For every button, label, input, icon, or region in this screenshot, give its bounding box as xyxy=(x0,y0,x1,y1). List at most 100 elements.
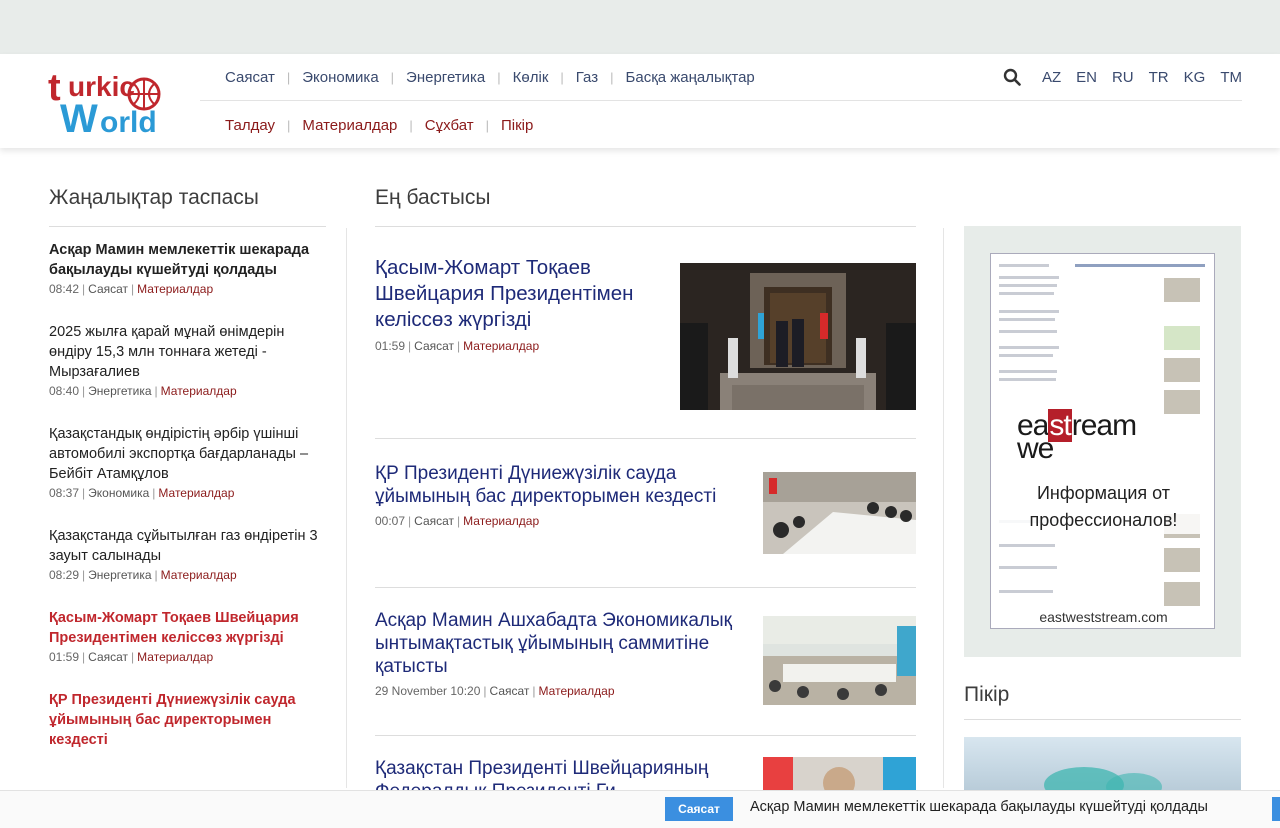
story-type[interactable]: Материалдар xyxy=(463,514,539,528)
feed-item-type[interactable]: Материалдар xyxy=(158,486,234,500)
nav-item-opinion[interactable]: Пікір xyxy=(501,117,533,134)
meta-separator: | xyxy=(457,514,461,528)
story-time: 29 November 10:20 xyxy=(375,684,481,698)
feed-item-meta: 08:29 | Энергетика | Материалдар xyxy=(49,568,326,582)
news-feed-title: Жаңалықтар таспасы xyxy=(49,186,326,227)
meta-separator: | xyxy=(82,650,86,664)
story-image[interactable] xyxy=(763,472,916,554)
meta-separator: | xyxy=(82,282,86,296)
header-tools: AZ EN RU TR KG TM xyxy=(1003,66,1242,88)
feed-item-meta: 08:40 | Энергетика | Материалдар xyxy=(49,384,326,398)
feed-item-type[interactable]: Материалдар xyxy=(161,384,237,398)
story-category[interactable]: Саясат xyxy=(414,339,454,353)
feed-item[interactable]: 2025 жылға қарай мұнай өнімдерін өндіру … xyxy=(49,322,326,398)
feed-item-time: 01:59 xyxy=(49,650,80,664)
story-image[interactable] xyxy=(763,616,916,705)
meta-separator: | xyxy=(152,486,156,500)
nav-separator: | xyxy=(610,69,614,85)
feed-item-time: 08:42 xyxy=(49,282,80,296)
nav-item-interview[interactable]: Сұхбат xyxy=(425,117,474,134)
main-section: Ең бастысы xyxy=(375,186,916,227)
story-category[interactable]: Саясат xyxy=(414,514,454,528)
nav-separator: | xyxy=(485,117,489,133)
feed-item-type[interactable]: Материалдар xyxy=(161,568,237,582)
nav-separator: | xyxy=(287,117,291,133)
site-header: t urkic W orld Саясат | Экономика | Энер… xyxy=(0,54,1280,148)
story-category[interactable]: Саясат xyxy=(490,684,530,698)
feed-item-title[interactable]: Қасым-Жомарт Тоқаев Швейцария Президенті… xyxy=(49,608,326,648)
feed-item[interactable]: Қасым-Жомарт Тоқаев Швейцария Президенті… xyxy=(49,608,326,664)
feed-item-category[interactable]: Саясат xyxy=(88,650,128,664)
site-logo[interactable]: t urkic W orld xyxy=(48,66,174,141)
nav-item-politics[interactable]: Саясат xyxy=(225,69,275,86)
meta-separator: | xyxy=(457,339,461,353)
nav-divider xyxy=(200,100,1242,101)
ad-creative[interactable]: eastream we Информация от профессионалов… xyxy=(990,253,1215,629)
story-card[interactable]: Асқар Мамин Ашхабадта Экономикалық ынтым… xyxy=(375,609,916,736)
meta-separator: | xyxy=(82,384,86,398)
lang-ru[interactable]: RU xyxy=(1112,69,1134,86)
meta-separator: | xyxy=(82,486,86,500)
lang-az[interactable]: AZ xyxy=(1042,69,1061,86)
nav-separator: | xyxy=(390,69,395,85)
nav-item-gas[interactable]: Газ xyxy=(576,69,598,86)
nav-separator: | xyxy=(560,69,564,85)
news-ticker: Саясат Асқар Мамин мемлекеттік шекарада … xyxy=(0,790,1280,828)
lang-tr[interactable]: TR xyxy=(1149,69,1169,86)
lang-kg[interactable]: KG xyxy=(1184,69,1206,86)
story-type[interactable]: Материалдар xyxy=(463,339,539,353)
story-time: 01:59 xyxy=(375,339,406,353)
feed-item[interactable]: ҚР Президенті Дүниежүзілік сауда ұйымыны… xyxy=(49,690,326,750)
lang-tm[interactable]: TM xyxy=(1220,69,1242,86)
opinion-section-title: Пікір xyxy=(964,683,1241,720)
feed-item-type[interactable]: Материалдар xyxy=(137,282,213,296)
ad-url[interactable]: eastweststream.com xyxy=(991,609,1214,625)
ad-tagline: Информация от профессионалов! xyxy=(991,480,1214,534)
feed-item-title[interactable]: 2025 жылға қарай мұнай өнімдерін өндіру … xyxy=(49,322,326,382)
feed-item[interactable]: Қазақстандық өндірістің әрбір үшінші авт… xyxy=(49,424,326,500)
meta-separator: | xyxy=(408,339,412,353)
story-title[interactable]: Асқар Мамин Ашхабадта Экономикалық ынтым… xyxy=(375,609,745,678)
story-card[interactable]: ҚР Президенті Дүниежүзілік сауда ұйымыны… xyxy=(375,462,916,588)
nav-separator: | xyxy=(286,69,291,85)
meta-separator: | xyxy=(82,568,86,582)
feed-item-title[interactable]: ҚР Президенті Дүниежүзілік сауда ұйымыны… xyxy=(49,690,326,750)
nav-item-other-news[interactable]: Басқа жаңалықтар xyxy=(626,69,755,86)
feed-item-category[interactable]: Энергетика xyxy=(88,384,151,398)
lang-en[interactable]: EN xyxy=(1076,69,1097,86)
ad-logo: eastream we xyxy=(1017,409,1137,464)
feed-item-title[interactable]: Қазақстанда сұйытылған газ өндіретін 3 з… xyxy=(49,526,326,566)
story-title[interactable]: ҚР Президенті Дүниежүзілік сауда ұйымыны… xyxy=(375,462,745,508)
feed-item-meta: 08:42 | Саясат | Материалдар xyxy=(49,282,326,296)
feed-item[interactable]: Асқар Мамин мемлекеттік шекарада бақылау… xyxy=(49,240,326,296)
feed-item-time: 08:37 xyxy=(49,486,80,500)
feed-item-title[interactable]: Асқар Мамин мемлекеттік шекарада бақылау… xyxy=(49,240,326,280)
nav-item-analysis[interactable]: Талдау xyxy=(225,117,275,134)
meta-separator: | xyxy=(154,568,158,582)
nav-item-economy[interactable]: Экономика xyxy=(302,69,378,86)
advertisement-banner[interactable]: eastream we Информация от профессионалов… xyxy=(964,226,1241,657)
story-card[interactable]: Қасым-Жомарт Тоқаев Швейцария Президенті… xyxy=(375,255,916,439)
secondary-nav: Талдау | Материалдар | Сұхбат | Пікір xyxy=(225,114,533,136)
feed-item[interactable]: Қазақстанда сұйытылған газ өндіретін 3 з… xyxy=(49,526,326,582)
ticker-category-badge[interactable]: Саясат xyxy=(665,797,733,821)
feed-item-category[interactable]: Саясат xyxy=(88,282,128,296)
meta-separator: | xyxy=(131,650,135,664)
svg-text:orld: orld xyxy=(100,106,157,136)
story-image[interactable] xyxy=(680,263,916,410)
nav-item-transport[interactable]: Көлік xyxy=(513,69,549,86)
feed-item-title[interactable]: Қазақстандық өндірістің әрбір үшінші авт… xyxy=(49,424,326,484)
nav-item-materials[interactable]: Материалдар xyxy=(302,117,397,134)
opinion-image[interactable] xyxy=(964,737,1241,792)
ticker-headline[interactable]: Асқар Мамин мемлекеттік шекарада бақылау… xyxy=(750,799,1208,815)
main-section-title: Ең бастысы xyxy=(375,186,916,227)
feed-item-category[interactable]: Экономика xyxy=(88,486,149,500)
feed-item-type[interactable]: Материалдар xyxy=(137,650,213,664)
nav-item-energy[interactable]: Энергетика xyxy=(406,69,485,86)
ticker-next-badge[interactable] xyxy=(1272,797,1280,821)
feed-item-category[interactable]: Энергетика xyxy=(88,568,151,582)
nav-separator: | xyxy=(409,117,413,133)
search-icon[interactable] xyxy=(1003,68,1021,86)
story-type[interactable]: Материалдар xyxy=(539,684,615,698)
story-title[interactable]: Қасым-Жомарт Тоқаев Швейцария Президенті… xyxy=(375,255,665,333)
